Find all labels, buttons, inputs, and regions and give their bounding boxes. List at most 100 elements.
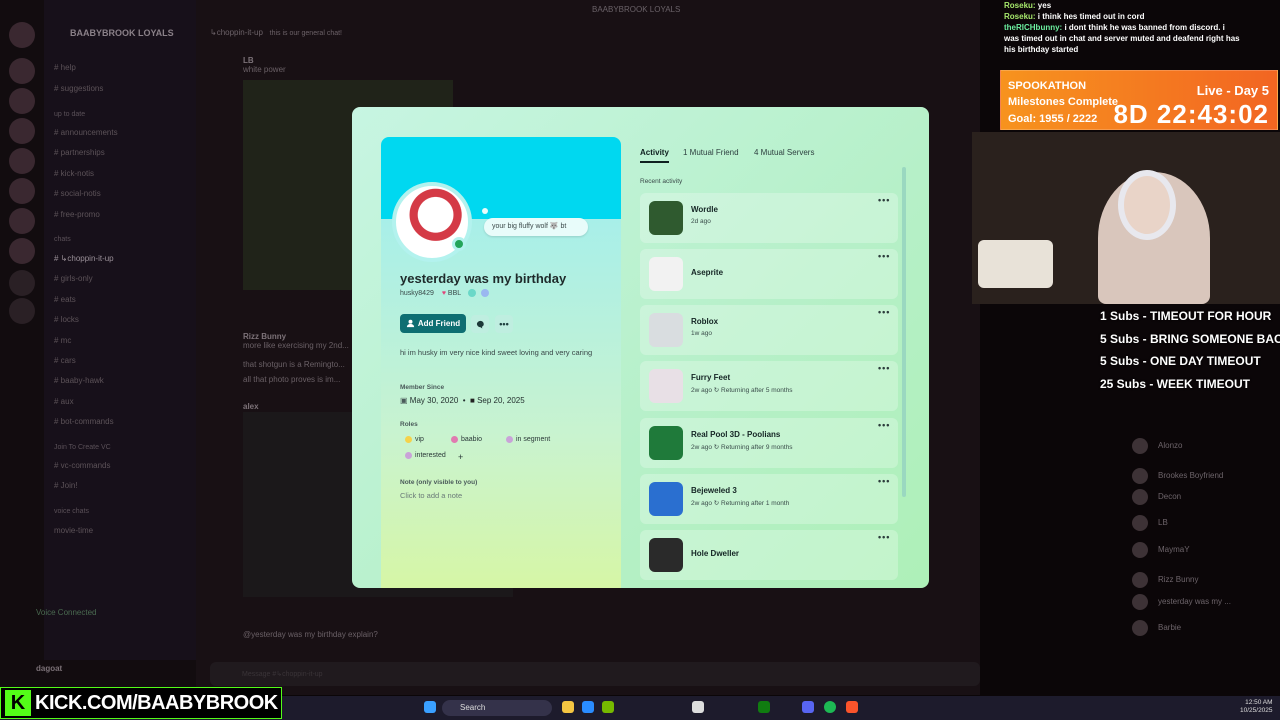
add-friend-button[interactable]: Add Friend: [400, 314, 466, 333]
channel-item[interactable]: # cars: [54, 356, 76, 365]
more-options-icon[interactable]: •••: [878, 251, 890, 261]
stream-chat-line: was timed out in chat and server muted a…: [1004, 34, 1240, 43]
channel-item[interactable]: # girls-only: [54, 274, 93, 283]
server-icon[interactable]: [9, 88, 35, 114]
server-icon[interactable]: [9, 22, 35, 48]
member-name[interactable]: yesterday was my ...: [1158, 597, 1231, 606]
more-options-icon[interactable]: •••: [878, 420, 890, 430]
sub-goal: 5 Subs - ONE DAY TIMEOUT: [1100, 354, 1261, 368]
more-options-icon[interactable]: •••: [878, 476, 890, 486]
brave-icon[interactable]: [846, 701, 858, 713]
avatar[interactable]: [1132, 594, 1148, 610]
channel-item[interactable]: # ↳choppin-it-up: [54, 254, 114, 263]
member-name[interactable]: Barbie: [1158, 623, 1181, 632]
goal-label: Goal: 1955 / 2222: [1008, 113, 1098, 125]
member-name[interactable]: Brookes Boyfriend: [1158, 471, 1223, 480]
tab-1-mutual-friend[interactable]: 1 Mutual Friend: [683, 148, 739, 157]
start-icon[interactable]: [424, 701, 436, 713]
member-name[interactable]: Rizz Bunny: [1158, 575, 1198, 584]
channel-item[interactable]: # Join!: [54, 481, 78, 490]
channel-category[interactable]: voice chats: [54, 508, 89, 515]
channel-item[interactable]: # free-promo: [54, 210, 100, 219]
member-name[interactable]: Alonzo: [1158, 441, 1182, 450]
role-chip[interactable]: in segment: [506, 436, 550, 443]
message-author[interactable]: Rizz Bunny: [243, 332, 286, 341]
member-name[interactable]: Decon: [1158, 492, 1181, 501]
roles-label: Roles: [400, 421, 418, 428]
scrollbar[interactable]: [902, 167, 906, 497]
channel-item[interactable]: # vc-commands: [54, 461, 110, 470]
channel-item[interactable]: # social-notis: [54, 189, 101, 198]
more-options-icon[interactable]: •••: [878, 307, 890, 317]
discover-icon[interactable]: [9, 298, 35, 324]
stream-chat: Roseku: yes Roseku: i think hes timed out…: [1004, 0, 1280, 68]
channel-category[interactable]: Join To Create VC: [54, 444, 111, 451]
channel-item[interactable]: # bot-commands: [54, 417, 114, 426]
channel-item[interactable]: movie-time: [54, 526, 93, 535]
role-chip[interactable]: baabio: [451, 436, 482, 443]
clock[interactable]: 12:50 AM 10/25/2025: [1240, 699, 1273, 715]
channel-item[interactable]: # kick-notis: [54, 169, 94, 178]
channel-category[interactable]: up to date: [54, 111, 85, 118]
channel-category[interactable]: chats: [54, 236, 71, 243]
avatar[interactable]: [1132, 438, 1148, 454]
channel-item[interactable]: # help: [54, 63, 76, 72]
tab-4-mutual-servers[interactable]: 4 Mutual Servers: [754, 148, 814, 157]
tab-activity[interactable]: Activity: [640, 148, 669, 163]
role-chip[interactable]: interested: [405, 452, 446, 459]
spotify-icon[interactable]: [824, 701, 836, 713]
avatar[interactable]: [1132, 572, 1148, 588]
app-icon[interactable]: [602, 701, 614, 713]
server-icon[interactable]: [9, 148, 35, 174]
stream-chat-line: theRICHbunny: i dont think he was banned…: [1004, 23, 1225, 32]
spookathon-title: SPOOKATHON: [1008, 80, 1087, 92]
channel-item[interactable]: # mc: [54, 336, 71, 345]
message-author[interactable]: alex: [243, 402, 259, 411]
more-options-icon[interactable]: •••: [878, 363, 890, 373]
taskbar-search[interactable]: Search: [442, 700, 552, 716]
more-options-icon[interactable]: •••: [878, 195, 890, 205]
server-icon[interactable]: [9, 178, 35, 204]
channel-item[interactable]: # aux: [54, 397, 74, 406]
avatar[interactable]: [1132, 515, 1148, 531]
file-explorer-icon[interactable]: [562, 701, 574, 713]
badge-icon[interactable]: [468, 289, 477, 297]
server-icon[interactable]: [9, 118, 35, 144]
member-name[interactable]: MaymaY: [1158, 545, 1190, 554]
channel-item[interactable]: # eats: [54, 295, 76, 304]
message-input[interactable]: Message #↳choppin-it-up: [210, 662, 980, 686]
server-icon[interactable]: [9, 208, 35, 234]
server-tag[interactable]: ♥ BBL: [440, 290, 463, 297]
message-author[interactable]: LB: [243, 56, 254, 65]
note-input[interactable]: Click to add a note: [400, 491, 462, 500]
channel-item[interactable]: # suggestions: [54, 84, 103, 93]
online-status-icon: [452, 237, 466, 251]
app-icon[interactable]: [692, 701, 704, 713]
add-role-button[interactable]: +: [458, 452, 463, 462]
channel-item[interactable]: # baaby-hawk: [54, 376, 104, 385]
avatar[interactable]: [1132, 468, 1148, 484]
more-options-button[interactable]: •••: [495, 315, 513, 333]
chat-message: @yesterday was my birthday explain?: [243, 630, 378, 639]
discord-icon[interactable]: [802, 701, 814, 713]
avatar[interactable]: [1132, 542, 1148, 558]
server-name[interactable]: BAABYBROOK LOYALS: [70, 28, 174, 38]
avatar[interactable]: [1132, 620, 1148, 636]
role-chip[interactable]: vip: [405, 436, 424, 443]
server-icon[interactable]: [9, 58, 35, 84]
milestones-label: Milestones Complete: [1008, 96, 1119, 108]
add-server-icon[interactable]: [9, 270, 35, 296]
display-name: yesterday was my birthday: [400, 271, 567, 286]
channel-item[interactable]: # partnerships: [54, 148, 105, 157]
server-icon[interactable]: [9, 238, 35, 264]
avatar[interactable]: [1132, 489, 1148, 505]
message-button[interactable]: [471, 315, 489, 333]
more-options-icon[interactable]: •••: [878, 532, 890, 542]
channel-item[interactable]: # announcements: [54, 128, 118, 137]
channel-item[interactable]: # locks: [54, 315, 79, 324]
member-name[interactable]: LB: [1158, 518, 1168, 527]
app-icon[interactable]: [582, 701, 594, 713]
xbox-icon[interactable]: [758, 701, 770, 713]
badge-icon[interactable]: [481, 289, 490, 297]
discord-logo-icon: ▣: [400, 396, 408, 405]
